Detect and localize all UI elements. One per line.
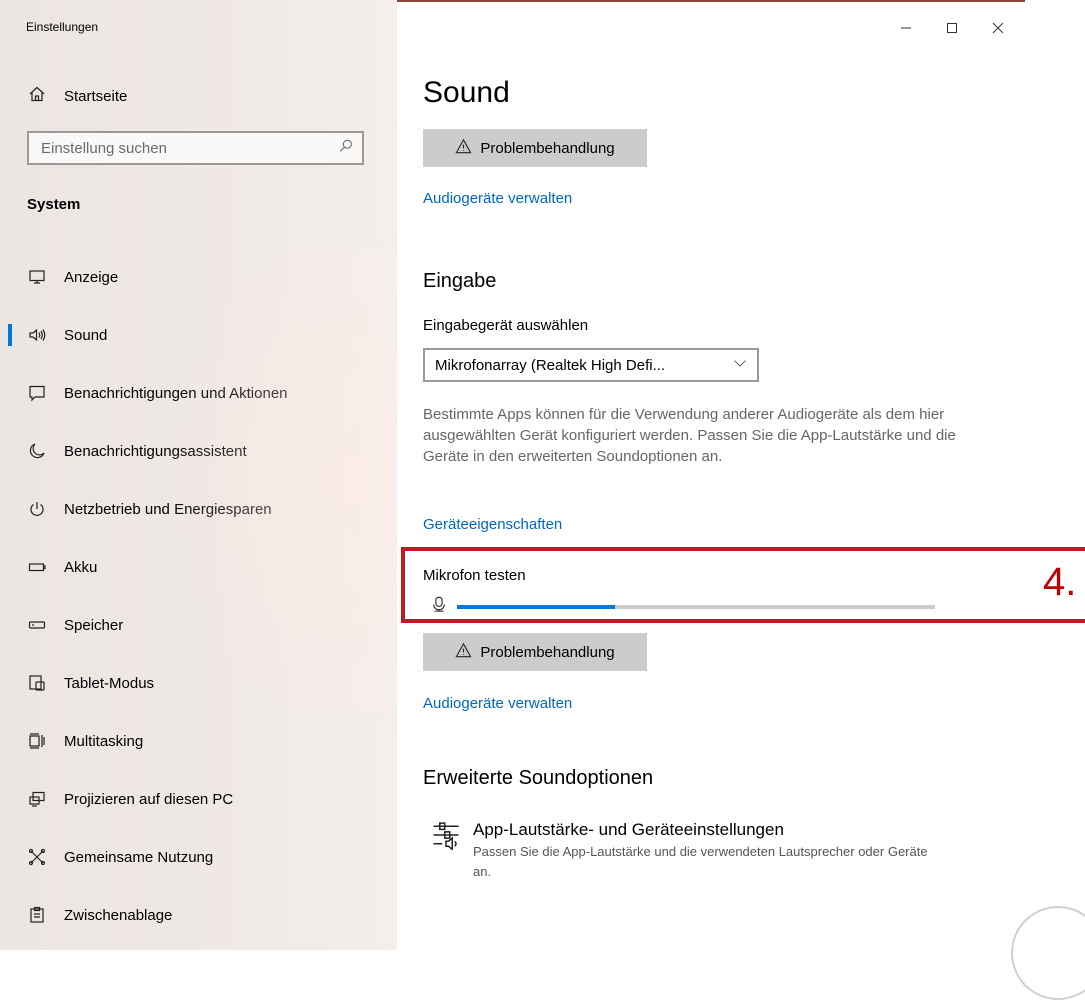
storage-icon [28, 616, 46, 634]
monitor-icon [28, 268, 46, 286]
page-title: Sound [423, 76, 510, 109]
input-description: Bestimmte Apps können für die Verwendung… [423, 406, 956, 465]
decorative-arc [1011, 906, 1085, 1000]
sidebar-item-gemeinsame-nutzung[interactable]: Gemeinsame Nutzung [0, 828, 397, 886]
sidebar-item-label: Zwischenablage [64, 906, 173, 924]
sidebar-item-label: Anzeige [64, 268, 119, 286]
input-device-value: Mikrofonarray (Realtek High Defi... [435, 356, 666, 374]
moon-icon [28, 442, 46, 460]
close-button[interactable] [975, 18, 1021, 42]
sidebar-home[interactable]: Startseite [28, 84, 127, 108]
maximize-button[interactable] [929, 18, 975, 42]
clipboard-icon [28, 906, 46, 924]
app-volume-description: Passen Sie die App-Lautstärke und die ve… [473, 844, 928, 879]
sidebar-item-netzbetrieb[interactable]: Netzbetrieb und Energiesparen [0, 480, 397, 538]
mixer-icon [431, 820, 461, 882]
battery-icon [28, 558, 46, 576]
window-controls [883, 18, 1021, 42]
sidebar-item-anzeige[interactable]: Anzeige [0, 248, 397, 306]
chevron-down-icon [733, 356, 747, 374]
tablet-icon [28, 674, 46, 692]
section-label: System [27, 196, 81, 213]
warning-icon [455, 138, 472, 159]
maximize-icon [946, 21, 958, 39]
home-icon [28, 85, 46, 107]
sidebar-item-projizieren[interactable]: Projizieren auf diesen PC [0, 770, 397, 828]
sidebar-item-label: Benachrichtigungen und Aktionen [64, 384, 288, 402]
sidebar-item-label: Tablet-Modus [64, 674, 155, 692]
app-title: Einstellungen [26, 20, 99, 34]
device-properties-link[interactable]: Geräteeigenschaften [423, 516, 562, 533]
sidebar-item-sound[interactable]: Sound [0, 306, 397, 364]
troubleshoot-label: Problembehandlung [480, 139, 615, 157]
sidebar-item-multitasking[interactable]: Multitasking [0, 712, 397, 770]
warning-icon [455, 642, 472, 663]
app-volume-settings-item[interactable]: App-Lautstärke- und Geräteeinstellungen … [431, 820, 943, 882]
sidebar-item-akku[interactable]: Akku [0, 538, 397, 596]
sidebar-item-speicher[interactable]: Speicher [0, 596, 397, 654]
close-icon [992, 21, 1004, 39]
sidebar-item-label: Gemeinsame Nutzung [64, 848, 214, 866]
speaker-icon [28, 326, 46, 344]
sidebar-item-label: Projizieren auf diesen PC [64, 790, 234, 808]
sidebar-home-label: Startseite [64, 87, 128, 105]
troubleshoot-button[interactable]: Problembehandlung [423, 129, 647, 167]
sidebar-item-benachrichtigungen[interactable]: Benachrichtigungen und Aktionen [0, 364, 397, 422]
sidebar-item-benachrichtigungsassistent[interactable]: Benachrichtigungsassistent [0, 422, 397, 480]
title-bar-accent [397, 0, 1025, 2]
sidebar: Einstellungen Startseite System Anzeige … [0, 0, 397, 950]
input-device-select[interactable]: Mikrofonarray (Realtek High Defi... [423, 348, 759, 382]
input-heading: Eingabe [423, 270, 497, 292]
search-icon[interactable] [338, 138, 354, 158]
sidebar-item-label: Netzbetrieb und Energiesparen [64, 500, 272, 518]
manage-audio-devices-link-input[interactable]: Audiogeräte verwalten [423, 695, 572, 712]
step-number: 4. [1043, 560, 1077, 604]
app-volume-title: App-Lautstärke- und Geräteeinstellungen [473, 820, 784, 839]
sidebar-item-tablet-modus[interactable]: Tablet-Modus [0, 654, 397, 712]
sidebar-nav: Anzeige Sound Benachrichtigungen und Akt… [0, 248, 397, 944]
app-volume-text: App-Lautstärke- und Geräteeinstellungen … [473, 820, 943, 882]
sidebar-item-label: Benachrichtigungsassistent [64, 442, 247, 460]
input-device-label: Eingabegerät auswählen [423, 317, 589, 334]
advanced-sound-heading: Erweiterte Soundoptionen [423, 767, 654, 789]
minimize-button[interactable] [883, 18, 929, 42]
sidebar-item-label: Multitasking [64, 732, 144, 750]
sidebar-item-label: Akku [64, 558, 98, 576]
sidebar-item-zwischenablage[interactable]: Zwischenablage [0, 886, 397, 944]
share-icon [28, 848, 46, 866]
troubleshoot-button-input[interactable]: Problembehandlung [423, 633, 647, 671]
search-input[interactable] [39, 138, 338, 158]
sidebar-item-label: Sound [64, 326, 108, 344]
project-icon [28, 790, 46, 808]
power-icon [28, 500, 46, 518]
notification-icon [28, 384, 46, 402]
highlight-box [401, 547, 1085, 623]
search-box[interactable] [27, 131, 364, 165]
manage-audio-devices-link[interactable]: Audiogeräte verwalten [423, 190, 572, 207]
sidebar-item-label: Speicher [64, 616, 124, 634]
troubleshoot-label: Problembehandlung [480, 643, 615, 661]
multitasking-icon [28, 732, 46, 750]
minimize-icon [900, 21, 912, 39]
